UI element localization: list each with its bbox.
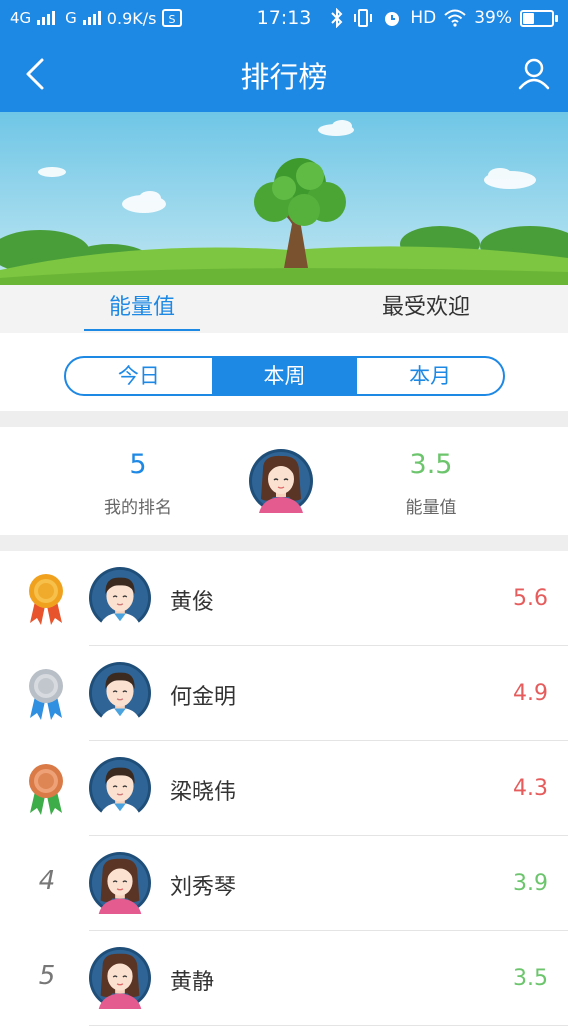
period-this-month[interactable]: 本月 bbox=[357, 358, 503, 394]
ranking-name: 刘秀琴 bbox=[170, 875, 237, 900]
profile-button[interactable] bbox=[514, 54, 554, 94]
signal-icon bbox=[37, 11, 56, 25]
avatar bbox=[89, 852, 151, 914]
alarm-icon bbox=[385, 12, 400, 26]
ranking-name: 黄俊 bbox=[170, 590, 215, 615]
battery-percent: 39% bbox=[474, 8, 512, 28]
avatar bbox=[89, 757, 151, 819]
my-rank-column: 5 我的排名 bbox=[53, 447, 223, 518]
wifi-icon bbox=[444, 9, 466, 27]
ranking-score: 5.6 bbox=[513, 586, 548, 611]
banner-illustration bbox=[0, 112, 568, 285]
period-segmented-control: 今日 本周 本月 bbox=[64, 356, 505, 396]
avatar bbox=[89, 662, 151, 724]
gold-medal-icon bbox=[22, 571, 70, 627]
ranking-name: 梁晓伟 bbox=[170, 780, 237, 805]
vibrate-icon bbox=[354, 9, 373, 27]
signal-icon-2 bbox=[82, 11, 101, 25]
bronze-medal-icon bbox=[22, 761, 70, 817]
rank-number: 4 bbox=[38, 866, 56, 896]
battery-icon bbox=[520, 9, 558, 27]
bluetooth-icon bbox=[331, 8, 343, 28]
hd-label: HD bbox=[410, 8, 437, 28]
ranking-row[interactable]: 梁晓伟 4.3 bbox=[0, 741, 568, 836]
my-energy-value: 3.5 bbox=[409, 449, 453, 480]
ranking-score: 4.3 bbox=[513, 776, 548, 801]
my-energy-column: 3.5 能量值 bbox=[346, 447, 516, 518]
user-icon bbox=[518, 58, 550, 90]
ranking-name: 何金明 bbox=[170, 685, 237, 710]
screenshot-icon: S bbox=[162, 9, 183, 27]
status-right: HD 39% bbox=[330, 8, 558, 28]
rank-number: 5 bbox=[38, 961, 56, 991]
my-avatar[interactable] bbox=[249, 449, 313, 513]
my-energy-label: 能量值 bbox=[405, 498, 457, 518]
period-filter: 今日 本周 本月 bbox=[0, 333, 568, 411]
ranking-row[interactable]: 4 刘秀琴 3.9 bbox=[0, 836, 568, 931]
svg-text:S: S bbox=[169, 13, 176, 26]
ranking-name: 黄静 bbox=[170, 970, 215, 995]
category-tabs: 能量值 最受欢迎 bbox=[0, 285, 568, 333]
ranking-row[interactable]: 黄俊 5.6 bbox=[0, 551, 568, 646]
network-type-1: 4G bbox=[10, 9, 32, 27]
ranking-score: 4.9 bbox=[513, 681, 548, 706]
ranking-score: 3.5 bbox=[513, 966, 548, 991]
ranking-row[interactable]: 何金明 4.9 bbox=[0, 646, 568, 741]
tab-most-popular[interactable]: 最受欢迎 bbox=[284, 285, 568, 333]
ranking-score: 3.9 bbox=[513, 871, 548, 896]
tab-energy[interactable]: 能量值 bbox=[0, 285, 284, 333]
my-rank-label: 我的排名 bbox=[104, 498, 172, 518]
ranking-row[interactable]: 5 黄静 3.5 bbox=[0, 931, 568, 1026]
avatar bbox=[89, 947, 151, 1009]
avatar bbox=[89, 567, 151, 629]
status-left: 4G G 0.9K/s S bbox=[10, 9, 330, 28]
page-title: 排行榜 bbox=[240, 60, 328, 94]
app-header: 排行榜 bbox=[0, 36, 568, 112]
my-rank-value: 5 bbox=[129, 449, 147, 480]
period-this-week[interactable]: 本周 bbox=[211, 358, 358, 394]
network-type-2: G bbox=[65, 9, 77, 27]
section-divider bbox=[0, 535, 568, 551]
ranking-list: 黄俊 5.6 何金明 4.9 梁晓伟 4.3 4 刘秀琴 3.9 5 黄静 3.… bbox=[0, 551, 568, 1026]
silver-medal-icon bbox=[22, 666, 70, 722]
network-speed: 0.9K/s bbox=[106, 8, 157, 28]
my-rank-card: 5 我的排名 3.5 能量值 bbox=[0, 427, 568, 535]
status-bar: 4G G 0.9K/s S 17:13 HD 39% bbox=[0, 0, 568, 36]
period-today[interactable]: 今日 bbox=[66, 358, 212, 394]
section-divider bbox=[0, 411, 568, 427]
